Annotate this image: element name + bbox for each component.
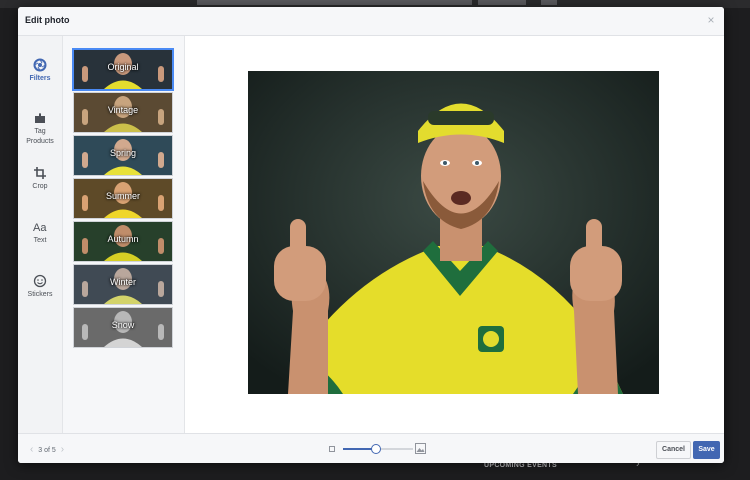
filter-label: Autumn (107, 234, 139, 244)
filter-thumb-snow[interactable]: Snow (73, 307, 173, 348)
zoom-slider[interactable] (343, 444, 413, 454)
tool-tag-products[interactable]: Tag Products (18, 111, 62, 147)
tool-crop[interactable]: Crop (18, 166, 62, 192)
filter-thumb-original[interactable]: Original (72, 48, 174, 91)
pager-count: 3 of 5 (38, 447, 56, 454)
next-photo-chevron-right-icon[interactable]: › (58, 444, 67, 455)
crop-icon (34, 167, 46, 179)
tool-label: Filters (29, 75, 51, 82)
photo-stage (185, 36, 724, 433)
tool-label: Text (33, 237, 47, 244)
background-tab-bar (197, 0, 472, 5)
background-tab-bar (478, 0, 526, 5)
save-button[interactable]: Save (693, 441, 720, 459)
filter-thumb-winter[interactable]: Winter (73, 264, 173, 305)
photo-preview-icon (248, 71, 659, 394)
tool-label: Crop (32, 183, 48, 190)
text-icon: Aa (33, 222, 47, 234)
filter-thumb-autumn[interactable]: Autumn (73, 221, 173, 262)
edit-photo-dialog: Edit photo × Filters Tag Products Crop A… (18, 7, 724, 463)
filter-thumb-vintage[interactable]: Vintage (73, 92, 173, 133)
background-section-label: UPCOMING EVENTS (484, 462, 557, 469)
filters-icon (33, 58, 47, 72)
filter-label: Spring (109, 148, 136, 158)
zoom-slider-fill (343, 448, 375, 450)
tag-products-icon (35, 113, 45, 123)
pager: ‹ 3 of 5 › (27, 444, 67, 455)
filter-label: Snow (111, 320, 135, 330)
dialog-header: Edit photo × (18, 7, 724, 36)
background-tab-bar (541, 0, 557, 5)
filter-label: Summer (105, 191, 140, 201)
filter-label: Original (107, 62, 139, 72)
filter-list: Original Vintage Spring Summer Autumn Wi… (63, 36, 185, 433)
dialog-title: Edit photo (25, 15, 70, 25)
zoom-in-image-icon[interactable] (415, 443, 426, 454)
filter-thumb-summer[interactable]: Summer (73, 178, 173, 219)
zoom-slider-handle[interactable] (370, 444, 381, 454)
tool-filters[interactable]: Filters (18, 58, 62, 84)
tool-label: Tag Products (26, 128, 54, 145)
svg-text:Aa: Aa (33, 222, 47, 234)
zoom-out-image-icon[interactable] (329, 446, 335, 452)
filter-label: Vintage (107, 105, 139, 115)
close-icon[interactable]: × (704, 13, 718, 27)
tool-rail: Filters Tag Products Crop Aa Text Sticke… (18, 36, 63, 433)
filter-label: Winter (109, 277, 136, 287)
photo-preview[interactable] (248, 71, 659, 394)
tool-stickers[interactable]: Stickers (18, 274, 62, 300)
tool-text[interactable]: Aa Text (18, 220, 62, 246)
tool-label: Stickers (27, 291, 53, 298)
dialog-footer: ‹ 3 of 5 › Cancel Save (18, 433, 724, 463)
cancel-button[interactable]: Cancel (656, 441, 691, 459)
filter-thumb-spring[interactable]: Spring (73, 135, 173, 176)
prev-photo-chevron-left-icon[interactable]: ‹ (27, 444, 36, 455)
stickers-icon (33, 274, 47, 288)
